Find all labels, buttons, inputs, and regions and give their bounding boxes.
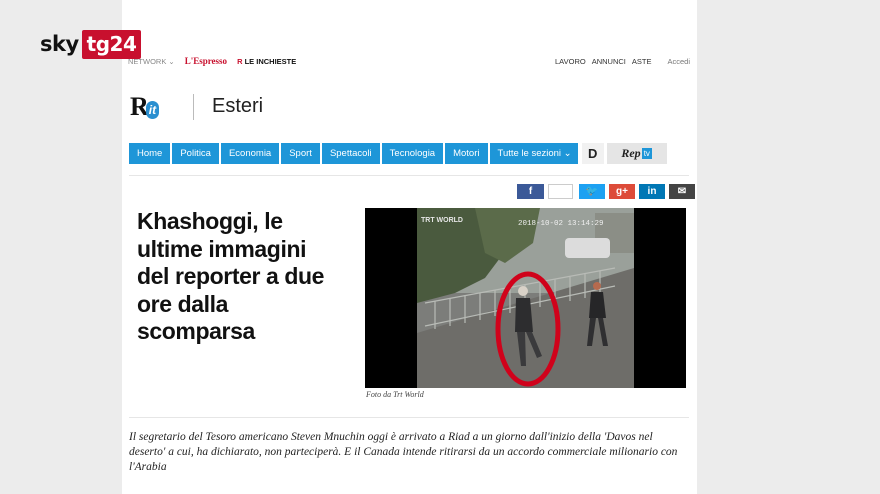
facebook-count	[548, 184, 573, 199]
link-lavoro[interactable]: LAVORO	[555, 57, 586, 66]
nav-spettacoli[interactable]: Spettacoli	[321, 143, 380, 164]
nav-reptv-link[interactable]: Rep tv	[606, 143, 667, 164]
nav-politica[interactable]: Politica	[172, 143, 219, 164]
facebook-icon[interactable]: f	[517, 184, 544, 199]
section-title: Esteri	[212, 95, 264, 117]
share-bar: f 🐦 g+ in ✉	[517, 184, 699, 199]
photo-caption: Foto da Trt World	[366, 390, 424, 399]
espresso-link[interactable]: L'Espresso	[185, 56, 227, 66]
photo-watermark: TRT WORLD	[421, 217, 463, 224]
nav-d-link[interactable]: D	[581, 143, 604, 164]
photo-car	[565, 238, 610, 258]
nav-sport[interactable]: Sport	[281, 143, 320, 164]
nav-tecnologia[interactable]: Tecnologia	[381, 143, 444, 164]
article-headline: Khashoggi, le ultime immagini del report…	[137, 208, 352, 346]
headline-line: Khashoggi, le	[137, 208, 283, 234]
inchieste-mark: R	[237, 56, 243, 66]
linkedin-icon[interactable]: in	[639, 184, 665, 199]
email-icon[interactable]: ✉	[669, 184, 695, 199]
article-photo[interactable]: TRT WORLD 2018-10-02 13:14:29	[365, 208, 686, 388]
photo-timestamp: 2018-10-02 13:14:29	[518, 220, 604, 228]
headline-line: scomparsa	[137, 318, 255, 344]
pillarbox-right	[634, 208, 686, 388]
reptv-rep: Rep	[621, 146, 641, 160]
headline-line: ore dalla	[137, 290, 228, 317]
skytg24-logo: sky tg24	[40, 28, 142, 60]
logo-it: it	[145, 101, 160, 119]
cctv-still: TRT WORLD 2018-10-02 13:14:29	[365, 208, 686, 388]
inchieste-link[interactable]: R LE INCHIESTE	[237, 57, 296, 66]
nav-home[interactable]: Home	[129, 143, 171, 164]
repubblica-logo[interactable]: R it	[130, 92, 160, 122]
article-lead: Il segretario del Tesoro americano Steve…	[129, 431, 678, 473]
header-divider	[193, 94, 194, 120]
logo-sky: sky	[40, 32, 79, 56]
top-strip: NETWORK ⌄ L'Espresso R LE INCHIESTE LAVO…	[128, 53, 690, 69]
divider	[129, 417, 689, 418]
gplus-icon[interactable]: g+	[609, 184, 635, 199]
nav-all-sections[interactable]: Tutte le sezioni ⌄	[489, 143, 578, 164]
service-links: LAVORO ANNUNCI ASTE Accedi	[555, 57, 690, 66]
login-link[interactable]: Accedi	[667, 57, 690, 66]
headline-line: del reporter a due	[137, 263, 325, 289]
video-frame: sky tg24 NETWORK ⌄ L'Espresso R LE INCHI…	[0, 0, 880, 494]
reptv-tv: tv	[641, 148, 652, 159]
nav-motori[interactable]: Motori	[445, 143, 488, 164]
nav-economia[interactable]: Economia	[220, 143, 280, 164]
inchieste-label: LE INCHIESTE	[244, 56, 297, 66]
pillarbox-left	[365, 208, 417, 388]
network-menu[interactable]: NETWORK ⌄	[128, 57, 175, 66]
link-annunci[interactable]: ANNUNCI	[592, 57, 626, 66]
divider	[129, 175, 689, 176]
link-aste[interactable]: ASTE	[632, 57, 652, 66]
main-nav: Home Politica Economia Sport Spettacoli …	[129, 143, 667, 164]
twitter-icon[interactable]: 🐦	[579, 184, 605, 199]
headline-line: ultime immagini	[137, 235, 307, 262]
